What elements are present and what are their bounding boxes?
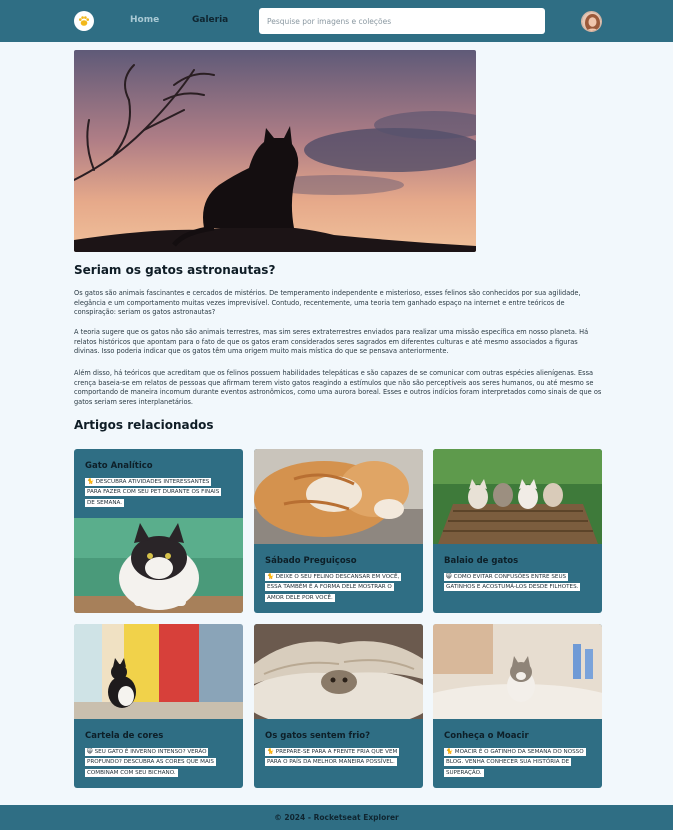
article-paragraph-1: Os gatos são animais fascinantes e cerca…	[74, 289, 581, 317]
top-navbar: Home Galeria	[0, 0, 673, 42]
hero-image-cat-silhouette-sunset	[74, 50, 476, 252]
card-description: 🐈 Deixe o seu felino descansar em você, …	[265, 573, 402, 602]
search-input[interactable]	[259, 8, 545, 34]
card-title: Balaio de gatos	[444, 556, 519, 566]
related-articles-title: Artigos relacionados	[74, 418, 214, 432]
nav-link-gallery[interactable]: Galeria	[192, 15, 228, 25]
article-card-os-gatos-sentem-frio[interactable]: Os gatos sentem frio? 🐈 Prepare-se para …	[254, 624, 423, 788]
card-image-cat-under-blanket	[254, 624, 423, 719]
card-title: Os gatos sentem frio?	[265, 731, 371, 741]
article-card-balaio-de-gatos[interactable]: Balaio de gatos 😸 Como evitar confusões …	[433, 449, 602, 613]
card-image-cat-colorful-wall	[74, 624, 243, 719]
card-image-kitten-on-bed	[433, 624, 602, 719]
article-card-gato-analitico[interactable]: Gato Analítico 🐈 Descubra atividades int…	[74, 449, 243, 613]
article-title: Seriam os gatos astronautas?	[74, 263, 276, 277]
card-image-sleeping-ginger-cat	[254, 449, 423, 544]
footer: © 2024 - Rocketseat Explorer	[0, 805, 673, 830]
article-paragraph-2: A teoria sugere que os gatos não são ani…	[74, 328, 589, 356]
card-image-cat-on-laptop	[74, 518, 243, 613]
nav-link-home[interactable]: Home	[130, 15, 159, 25]
paw-logo-icon[interactable]	[74, 11, 94, 31]
user-avatar[interactable]	[581, 11, 602, 32]
card-description: 😸 Como evitar confusões entre seus gatin…	[444, 573, 581, 592]
article-paragraph-3: Além disso, há teóricos que acreditam qu…	[74, 369, 602, 407]
card-title: Conheça o Moacir	[444, 731, 529, 741]
article-card-cartela-de-cores[interactable]: Cartela de cores 😸 Seu gato é inverno in…	[74, 624, 243, 788]
card-title: Gato Analítico	[85, 461, 153, 471]
card-image-kittens-in-basket	[433, 449, 602, 544]
card-description: 😸 Seu gato é inverno intenso? Verão prof…	[85, 748, 216, 777]
footer-copyright: © 2024 - Rocketseat Explorer	[274, 813, 399, 822]
article-card-conheca-o-moacir[interactable]: Conheça o Moacir 🐈 Moacir é o gatinho da…	[433, 624, 602, 788]
card-description: 🐈 Moacir é o gatinho da semana do nosso …	[444, 748, 586, 777]
card-description: 🐈 Prepare-se para a frente fria que vem …	[265, 748, 400, 767]
card-title: Cartela de cores	[85, 731, 164, 741]
card-title: Sábado Preguiçoso	[265, 556, 357, 566]
article-card-sabado-preguicoso[interactable]: Sábado Preguiçoso 🐈 Deixe o seu felino d…	[254, 449, 423, 613]
search-box[interactable]	[259, 8, 545, 34]
card-description: 🐈 Descubra atividades interessantes para…	[85, 478, 222, 507]
